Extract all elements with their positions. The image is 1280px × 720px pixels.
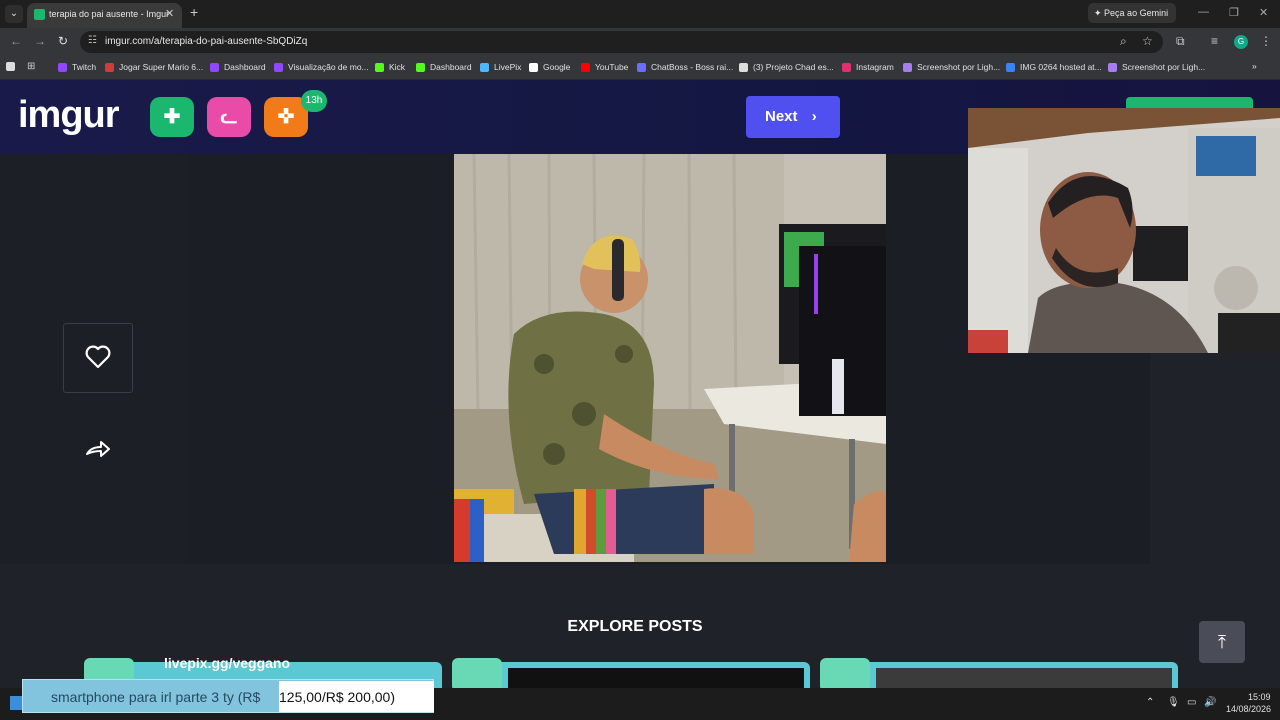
windows-start-icon[interactable] [10,696,22,710]
bookmark-favicon-icon [1108,62,1117,72]
bookmark-favicon-icon [105,62,114,72]
next-label: Next [765,108,798,125]
bookmark-favicon-icon [529,62,538,72]
imgur-favicon-icon [34,9,45,20]
next-button[interactable]: Next › [746,96,840,138]
bookmark-item[interactable]: Visualização de mo... [274,62,369,72]
microphone-icon[interactable]: 🎙 [1167,697,1180,708]
bookmark-favicon-icon [210,62,219,72]
site-info-icon[interactable]: ☷ [88,35,97,46]
minimize-icon[interactable]: — [1198,6,1209,18]
goal-text: smartphone para irl parte 3 ty (R$ [51,689,261,705]
explore-posts-title: EXPLORE POSTS [567,618,703,635]
bookmark-favicon-icon [416,62,425,72]
browser-tab[interactable]: terapia do pai ausente - Imgur ✕ [27,3,182,28]
browser-tab-bar: ⌄ terapia do pai ausente - Imgur ✕ + ✦ P… [0,0,1280,28]
bookmark-item[interactable]: Dashboard [210,62,266,72]
bookmark-favicon-icon [274,62,283,72]
bookmark-favicon-icon [375,62,384,72]
bookmark-favicon-icon [739,62,748,72]
new-tab-button[interactable]: + [190,4,198,20]
new-post-button[interactable]: ✚ [150,97,194,137]
url-field[interactable]: ☷ imgur.com/a/terapia-do-pai-ausente-SbQ… [80,31,1163,53]
bookmark-item[interactable]: LivePix [480,62,521,72]
bookmark-item[interactable]: IMG 0264 hosted at... [1006,62,1102,72]
bookmark-label: Visualização de mo... [288,62,369,72]
clock-time[interactable]: 15:09 [1248,692,1271,702]
zoom-icon[interactable]: ⌕ [1120,34,1127,49]
trophy-icon [452,658,502,692]
bookmark-favicon-icon [1006,62,1015,72]
forward-icon[interactable]: → [34,34,46,48]
bookmark-item[interactable]: Twitch [58,62,96,72]
post-image [454,154,886,562]
goal-amount: 125,00/R$ 200,00) [279,689,395,705]
bookmark-label: IMG 0264 hosted at... [1020,62,1102,72]
bookmark-favicon-icon [903,62,912,72]
bookmark-item[interactable]: YouTube [581,62,628,72]
maximize-icon[interactable]: ❐ [1229,6,1239,19]
more-bookmarks-icon[interactable]: » [1252,61,1257,71]
bookmark-item[interactable]: (3) Projeto Chad es... [739,62,834,72]
bookmark-label: Kick [389,62,406,72]
bookmark-favicon-icon [480,62,489,72]
share-icon[interactable] [85,438,111,460]
bookmark-favicon-icon [637,62,646,72]
bookmark-favicon-icon [58,62,67,72]
grid-icon[interactable]: ⊞ [27,61,35,72]
tray-chevron-icon[interactable]: ⌃ [1146,697,1154,708]
bookmark-item[interactable]: Google [529,62,570,72]
bookmark-label: Screenshot por Ligh... [917,62,1001,72]
bookmark-label: Twitch [72,62,97,72]
media-controls-icon[interactable]: ≡ [1211,34,1218,48]
bookmark-label: (3) Projeto Chad es... [753,62,834,72]
gemini-label: Peça ao Gemini [1104,8,1169,18]
bookmark-item[interactable]: ChatBoss - Boss rai... [637,62,733,72]
bookmark-item[interactable]: Screenshot por Ligh... [1108,62,1205,72]
menu-icon[interactable]: ⋮ [1260,34,1272,48]
bookmark-label: LivePix [494,62,522,72]
chevron-right-icon: › [811,108,817,125]
tab-search-button[interactable]: ⌄ [5,5,23,23]
profile-avatar[interactable]: G [1234,35,1248,49]
bookmark-label: ChatBoss - Boss rai... [651,62,734,72]
back-to-top-button[interactable]: ⤒ [1199,621,1245,663]
bookmark-label: Dashboard [430,62,472,72]
cat-icon-button[interactable]: ᓚ [207,97,251,137]
bookmark-label: Instagram [856,62,894,72]
clock-date[interactable]: 14/08/2026 [1226,704,1271,714]
imgur-logo[interactable]: imgur [18,94,120,137]
heart-icon [85,345,111,369]
gemini-button[interactable]: ✦ Peça ao Gemini [1088,3,1176,23]
bookmark-item[interactable]: Jogar Super Mario 6... [105,62,203,72]
url-text: imgur.com/a/terapia-do-pai-ausente-SbQDi… [105,36,308,47]
close-icon[interactable]: ✕ [165,7,174,20]
bookmark-label: Google [543,62,571,72]
bookmark-label: Dashboard [224,62,266,72]
network-icon[interactable]: ▭ [1187,697,1196,708]
back-icon[interactable]: ← [10,34,22,48]
bookmark-item[interactable]: Kick [375,62,405,72]
address-bar-row: ← → ↻ ☷ imgur.com/a/terapia-do-pai-ausen… [0,28,1280,56]
games-badge: 13h [301,90,327,112]
window-close-icon[interactable]: ✕ [1259,6,1268,19]
bookmark-item[interactable]: Screenshot por Ligh... [903,62,1000,72]
volume-icon[interactable]: 🔊 [1204,697,1216,708]
bookmark-item[interactable]: Instagram [842,62,894,72]
bookmark-label: YouTube [595,62,629,72]
reload-icon[interactable]: ↻ [58,34,68,48]
bookmark-star-icon[interactable]: ☆ [1142,34,1153,48]
apps-icon[interactable] [6,62,15,71]
bookmark-label: Screenshot por Ligh... [1122,62,1206,72]
bookmark-label: Jogar Super Mario 6... [119,62,204,72]
donation-goal-overlay: smartphone para irl parte 3 ty (R$ 125,0… [22,679,434,713]
extensions-icon[interactable]: ⧉ [1176,34,1185,49]
bookmark-favicon-icon [842,62,851,72]
bookmark-favicon-icon [581,62,590,72]
webcam-overlay [968,108,1280,353]
tab-title: terapia do pai ausente - Imgur [49,9,170,19]
bookmark-item[interactable]: Dashboard [416,62,472,72]
trophy-icon [820,658,870,692]
card-title[interactable]: livepix.gg/veggano [164,655,290,671]
